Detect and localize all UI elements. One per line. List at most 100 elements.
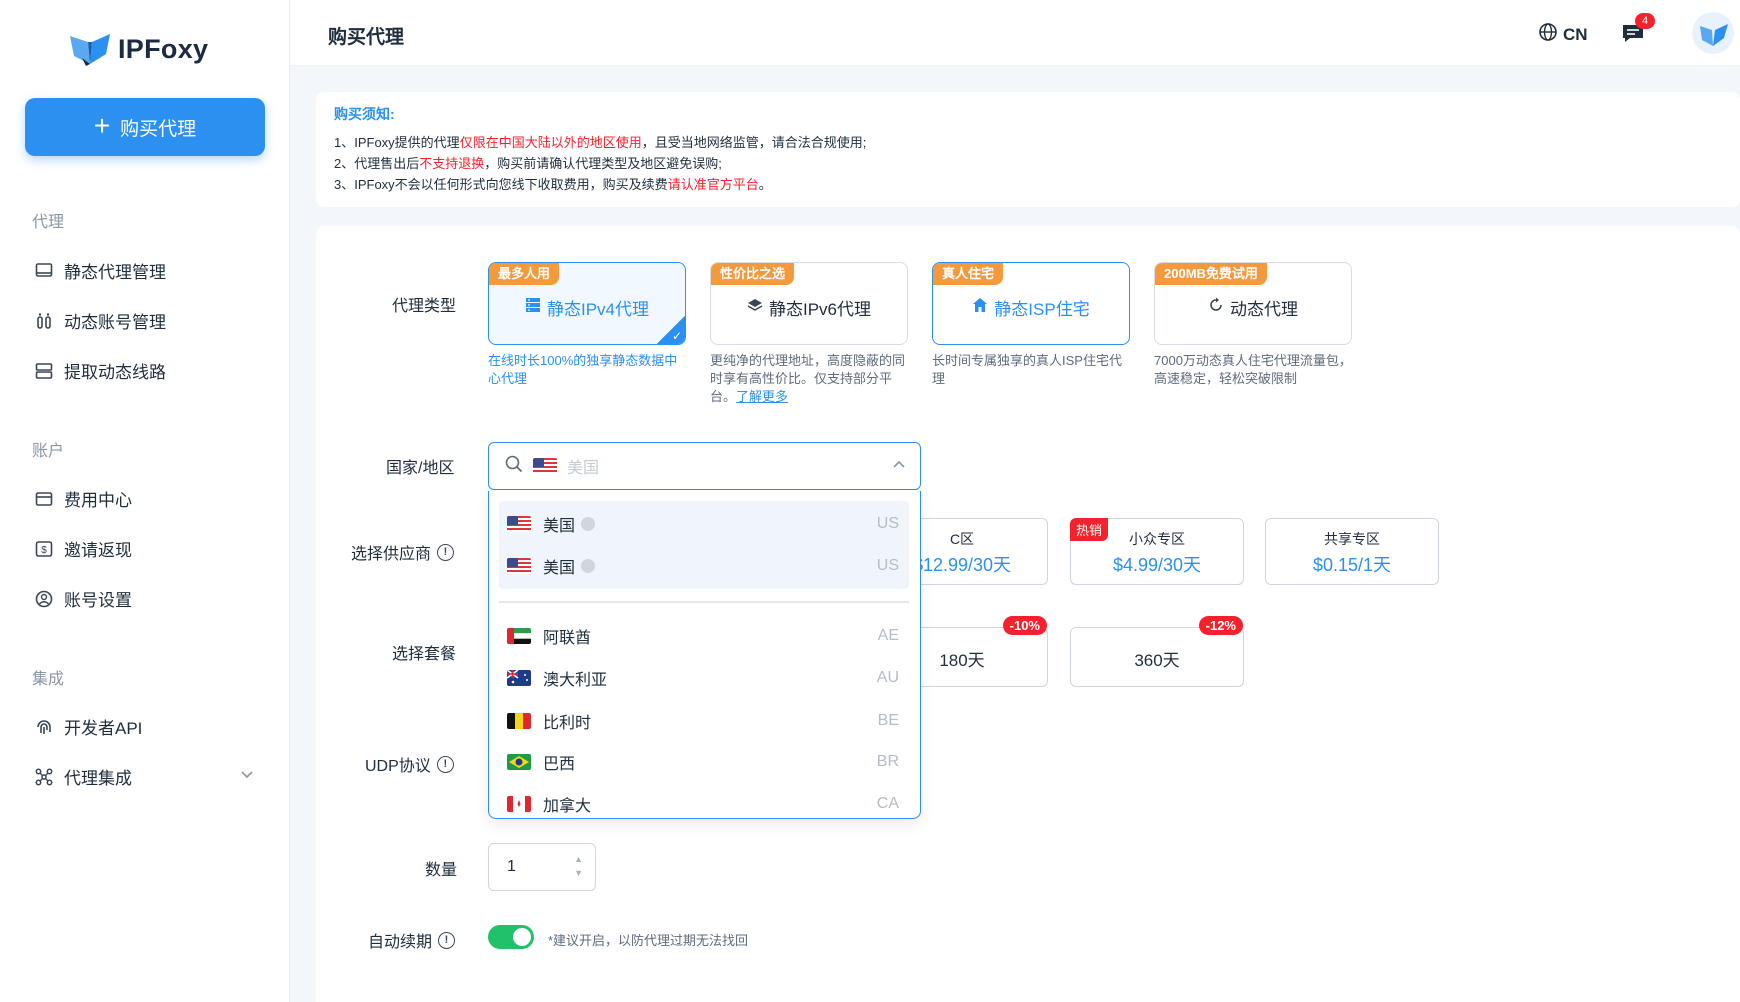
country-option-ca[interactable]: 加拿大 CA [499, 781, 909, 818]
proxy-type-name: 静态IPv6代理 [768, 300, 872, 319]
us-flag-icon [507, 516, 531, 532]
language-code: CN [1563, 24, 1588, 44]
plus-icon: + [93, 109, 111, 141]
nav-static-proxy[interactable]: 静态代理管理 [34, 258, 166, 283]
server-icon [525, 297, 541, 318]
notice-text: 2、代理售出后 [334, 156, 420, 171]
package-duration: 360天 [1134, 651, 1180, 670]
country-code: BR [876, 753, 899, 770]
message-count-badge: 4 [1635, 13, 1655, 29]
nav-proxy-integration[interactable]: 代理集成 [34, 764, 132, 789]
proxy-type-desc: 长时间专属独享的真人ISP住宅代理 [932, 353, 1122, 386]
supplier-price: $4.99/30天 [1112, 555, 1202, 575]
notice-text: 3、IPFoxy不会以任何形式向您线下收取费用，购买及续费 [334, 177, 668, 192]
nav-label: 提取动态线路 [64, 363, 166, 382]
udp-label: UDP协议! [365, 752, 454, 776]
auto-renew-toggle[interactable] [488, 925, 534, 949]
country-code: AE [877, 627, 899, 644]
country-code: US [876, 515, 899, 532]
package-card[interactable]: -12% 360天 [1070, 616, 1244, 687]
country-name: 加拿大 [543, 798, 592, 815]
proxy-type-ipv6[interactable]: 性价比之选 静态IPv6代理 [710, 262, 908, 345]
refresh-icon [1208, 297, 1224, 318]
country-select[interactable]: 美国 [488, 442, 921, 490]
home-icon [972, 297, 988, 318]
notice-text: 1、IPFoxy提供的代理 [334, 135, 460, 150]
proxy-type-ipv4[interactable]: 最多人用 静态IPv4代理 ✓ [488, 262, 686, 345]
layers-icon [747, 297, 763, 318]
uae-flag-icon [507, 628, 531, 644]
nav-label: 账号设置 [64, 591, 132, 610]
proxy-type-dynamic[interactable]: 200MB免费试用 动态代理 [1154, 262, 1352, 345]
country-name: 巴西 [543, 756, 576, 773]
sliders-icon [34, 311, 54, 331]
nav-label: 开发者API [64, 719, 143, 738]
supplier-name: 共享专区 [1324, 531, 1380, 547]
proxy-type-desc: 7000万动态真人住宅代理流量包，高速稳定，轻松突破限制 [1154, 353, 1352, 386]
buy-proxy-button[interactable]: + 购买代理 [25, 98, 265, 156]
brand-logo[interactable]: IPFoxy [68, 30, 208, 68]
globe-icon [1538, 22, 1558, 47]
chevron-down-icon[interactable] [240, 766, 254, 783]
help-icon[interactable]: ! [437, 543, 455, 561]
australia-flag-icon [507, 670, 531, 686]
purchase-notice: 购买须知: 1、IPFoxy提供的代理仅限在中国大陆以外的地区使用，且受当地网络… [316, 92, 1740, 207]
top-header: 购买代理 CN 4 [290, 0, 1740, 66]
help-icon[interactable]: ! [436, 755, 454, 773]
auto-renew-note: *建议开启，以防代理过期无法找回 [548, 933, 749, 948]
supplier-card[interactable]: 热销 小众专区 $4.99/30天 [1070, 518, 1244, 585]
nav-section-integration: 集成 [32, 671, 65, 688]
country-search-input[interactable]: 美国 [567, 454, 599, 478]
network-icon [34, 767, 54, 787]
proxy-type-tag: 200MB免费试用 [1155, 263, 1267, 285]
stepper-arrows-icon[interactable]: ▲ ▼ [574, 852, 583, 880]
proxy-type-name: 动态代理 [1230, 300, 1298, 319]
nav-label: 邀请返现 [64, 541, 132, 560]
country-option-br[interactable]: 巴西 BR [499, 739, 909, 785]
quantity-value: 1 [507, 858, 516, 875]
discount-badge: -12% [1198, 616, 1243, 635]
nav-dynamic-account[interactable]: 动态账号管理 [34, 308, 166, 333]
nav-billing[interactable]: 费用中心 [34, 486, 132, 511]
notice-text: 。 [758, 177, 772, 192]
proxy-type-tag: 真人住宅 [933, 263, 1004, 285]
auto-renew-label-text: 自动续期 [368, 934, 433, 951]
dollar-icon: $ [34, 539, 54, 559]
nav-account-settings[interactable]: 账号设置 [34, 586, 132, 611]
country-option-be[interactable]: 比利时 BE [499, 698, 909, 744]
language-switcher[interactable]: CN [1538, 22, 1588, 47]
country-code: BE [877, 712, 899, 729]
country-code: US [876, 557, 899, 574]
country-option-us[interactable]: 美国 US [499, 543, 909, 589]
quantity-stepper[interactable]: 1 ▲ ▼ [488, 843, 596, 891]
fingerprint-icon [34, 717, 54, 737]
chevron-up-icon [892, 457, 906, 473]
country-option-us[interactable]: 美国 US [499, 501, 909, 547]
supplier-card[interactable]: 共享专区 $0.15/1天 [1265, 518, 1439, 585]
us-flag-icon [533, 458, 557, 474]
notice-text: ，且受当地网络监管，请合法合规使用; [641, 135, 867, 150]
learn-more-link[interactable]: 了解更多 [736, 389, 788, 404]
notice-line-1: 1、IPFoxy提供的代理仅限在中国大陆以外的地区使用，且受当地网络监管，请合法… [334, 132, 1722, 153]
discount-badge: -10% [1002, 616, 1047, 635]
nav-referral[interactable]: $ 邀请返现 [34, 536, 132, 561]
country-dropdown: 美国 US 美国 US 阿联酋 AE 澳大利亚 AU 比利时 BE 巴西 BR … [488, 491, 921, 819]
proxy-type-isp[interactable]: 真人住宅 静态ISP住宅 [932, 262, 1130, 345]
country-code: CA [876, 795, 899, 812]
user-icon [34, 589, 54, 609]
supplier-price: $0.15/1天 [1312, 555, 1392, 575]
country-option-au[interactable]: 澳大利亚 AU [499, 655, 909, 701]
nav-extract-lines[interactable]: 提取动态线路 [34, 358, 166, 383]
proxy-type-tag: 最多人用 [489, 263, 560, 285]
country-option-ae[interactable]: 阿联酋 AE [499, 613, 909, 659]
avatar[interactable] [1692, 12, 1734, 54]
supplier-label-text: 选择供应商 [351, 546, 432, 563]
belgium-flag-icon [507, 713, 531, 729]
proxy-type-name: 静态ISP住宅 [994, 300, 1090, 319]
help-icon[interactable]: ! [438, 931, 456, 949]
us-flag-icon [507, 558, 531, 574]
udp-label-text: UDP协议 [365, 758, 431, 775]
nav-developer-api[interactable]: 开发者API [34, 714, 142, 739]
check-icon: ✓ [657, 316, 685, 344]
svg-text:$: $ [41, 545, 47, 556]
